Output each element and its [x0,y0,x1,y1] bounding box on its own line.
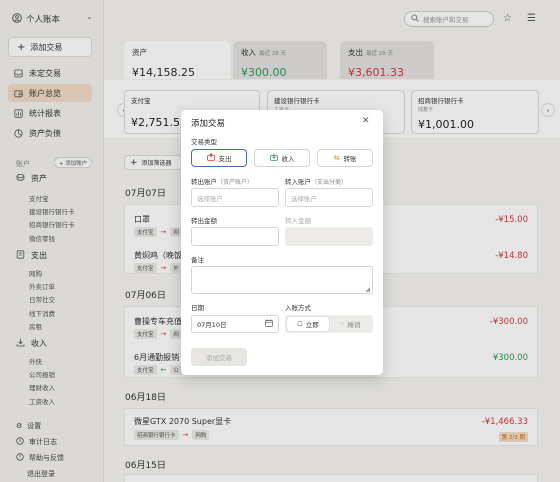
type-expense-button[interactable]: 支出 [191,149,247,167]
to-label-hint: （支出分类） [311,179,348,186]
type-label-text: 收入 [281,155,295,163]
type-label: 交易类型 [191,138,217,146]
entry-immediate-option[interactable]: ☐ 立即 [287,317,329,331]
square-icon: ☐ [297,320,303,328]
type-label-text: 转账 [343,155,357,163]
calendar-icon [265,319,273,329]
date-label: 日期 [191,304,204,312]
to-label-text: 转入账户 [285,178,311,186]
in-amount-input [285,227,373,246]
transfer-icon: ⇆ [333,154,340,162]
type-label-text: 支出 [218,155,232,163]
entry-method-toggle: ☐ 立即 ⁙ 摊销 [285,315,373,333]
date-picker[interactable]: 07月10日 [191,315,279,333]
from-account-label: 转出账户（资产账户） [191,176,253,186]
type-transfer-button[interactable]: ⇆ 转账 [317,149,373,167]
out-amount-label: 转出金额 [191,217,217,225]
close-icon[interactable]: ✕ [362,116,370,126]
note-textarea[interactable]: ◢ [191,266,373,294]
download-icon [269,153,278,163]
dialog-title: 添加交易 [191,119,226,129]
in-amount-label: 转入金额 [285,217,311,225]
from-label-hint: （资产账户） [217,179,254,186]
submit-button[interactable]: 添加交易 [191,348,247,366]
date-value: 07月10日 [197,321,227,329]
note-label: 备注 [191,256,204,264]
resize-handle-icon: ◢ [365,286,370,293]
from-label-text: 转出账户 [191,178,217,186]
to-account-select[interactable]: 选择账户 [285,188,373,207]
from-account-select[interactable]: 选择账户 [191,188,279,207]
add-transaction-dialog: 添加交易 ✕ 交易类型 支出 收入 ⇆ 转账 转出账户（资产账户） 转入账户（支… [181,110,383,375]
entry-amortize-option[interactable]: ⁙ 摊销 [329,317,371,331]
upload-icon [206,153,215,163]
entry-method-label: 入账方式 [285,304,311,312]
entry-option-label: 摊销 [347,321,361,329]
type-income-button[interactable]: 收入 [254,149,310,167]
to-account-label: 转入账户（支出分类） [285,176,347,186]
grid-icon: ⁙ [339,320,345,328]
entry-option-label: 立即 [305,321,319,329]
out-amount-input[interactable] [191,227,279,246]
